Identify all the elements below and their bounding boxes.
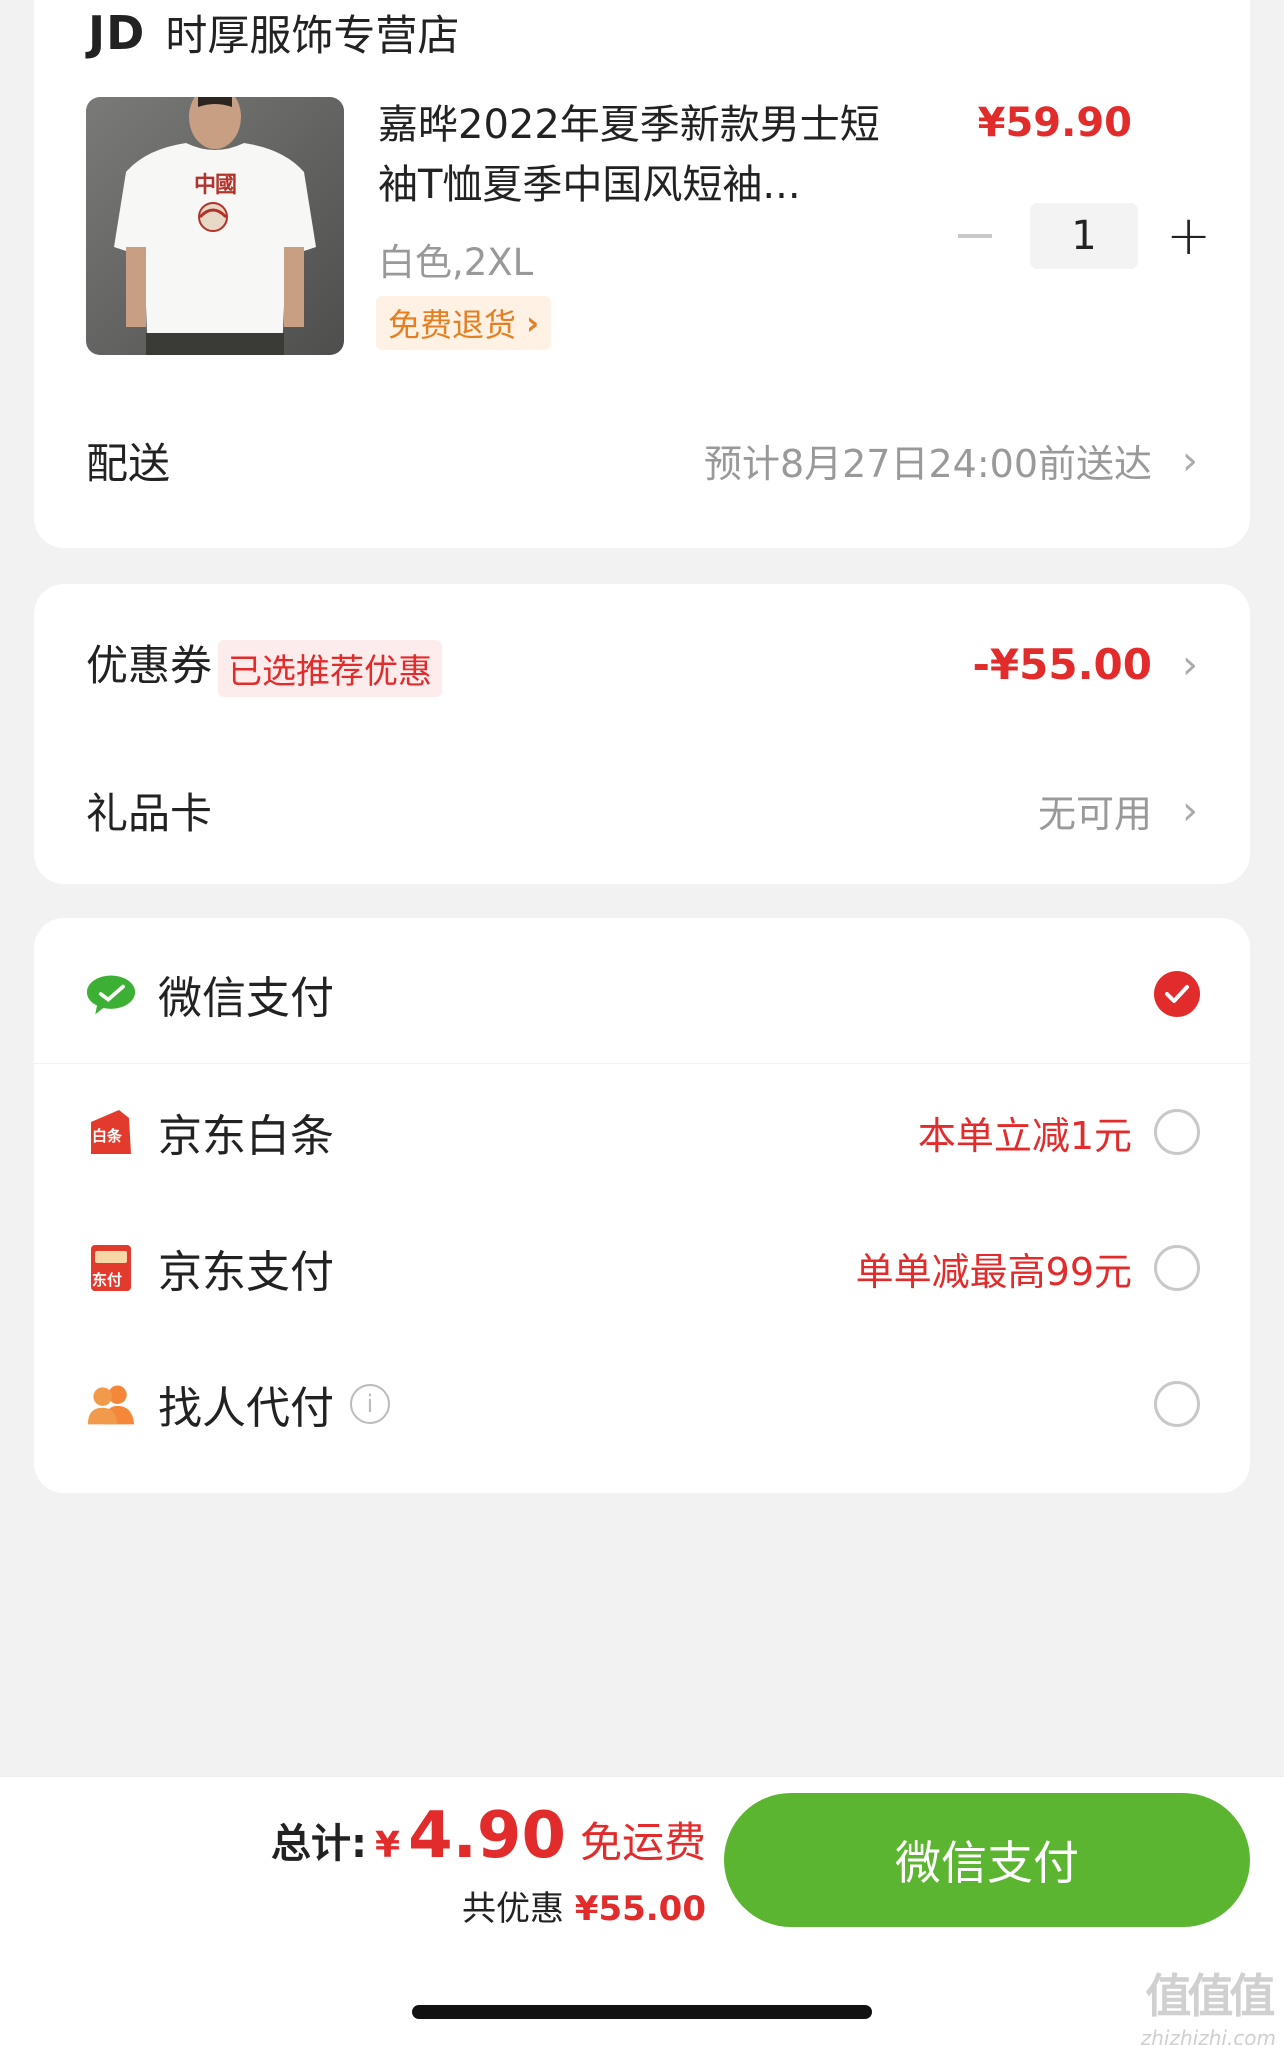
total-currency: ¥: [375, 1825, 401, 1866]
total-amount: 4.90: [408, 1799, 566, 1873]
payment-label: 京东白条: [158, 1111, 334, 1162]
jd-pay-icon: 东付: [86, 1243, 136, 1293]
decrease-button[interactable]: [958, 234, 992, 238]
store-name: 时厚服饰专营店: [165, 11, 460, 60]
jd-logo: JD: [88, 5, 146, 60]
payment-card: 微信支付 白条 京东白条 本单立减1元 东付 京东支付 单单减最高99元 找人代…: [34, 918, 1250, 1493]
payment-label: 找人代付: [158, 1383, 334, 1434]
quantity-input[interactable]: 1: [1030, 203, 1138, 269]
coupon-badge: 已选推荐优惠: [218, 640, 443, 697]
free-return-label: 免费退货: [388, 306, 517, 344]
total-label: 总计:: [271, 1821, 368, 1867]
store-header[interactable]: JD 时厚服饰专营店: [88, 2, 459, 63]
delivery-label: 配送: [86, 439, 171, 488]
saved-line: 共优惠 ¥55.00: [462, 1881, 706, 1930]
gift-card-value: 无可用: [1037, 792, 1152, 836]
payment-label: 京东支付: [158, 1247, 334, 1298]
gift-card-label: 礼品卡: [86, 789, 213, 838]
coupon-label: 优惠券: [86, 641, 213, 690]
watermark-logo: 值值值: [1145, 1969, 1275, 2023]
chevron-right-icon: ›: [1182, 641, 1198, 688]
chevron-right-icon: ›: [526, 304, 540, 342]
info-icon[interactable]: i: [350, 1384, 390, 1424]
free-return-tag[interactable]: 免费退货 ›: [376, 296, 552, 350]
discount-card: 优惠券 已选推荐优惠 -¥55.00 › 礼品卡 无可用 ›: [34, 584, 1250, 884]
increase-button[interactable]: +: [1166, 209, 1211, 263]
divider: [34, 1063, 1250, 1064]
total-line: 总计: ¥ 4.90 免运费: [271, 1799, 706, 1873]
watermark: 值值值 zhizhizhi.com: [1141, 1960, 1276, 2045]
payment-option-wechat[interactable]: 微信支付: [86, 954, 1200, 1034]
jd-pay-icon-text: 东付: [92, 1271, 123, 1289]
coupon-row[interactable]: 优惠券 已选推荐优惠 -¥55.00 ›: [86, 632, 1198, 697]
coupon-value: -¥55.00: [972, 640, 1152, 689]
payment-promo: 单单减最高99元: [855, 1249, 1132, 1294]
product-image[interactable]: 中國: [86, 97, 344, 355]
saved-amount: ¥55.00: [574, 1889, 706, 1929]
free-shipping-label: 免运费: [579, 1818, 706, 1867]
radio-unchecked-icon[interactable]: [1154, 1381, 1200, 1427]
payment-option-baitiao[interactable]: 白条 京东白条 本单立减1元: [86, 1092, 1200, 1172]
chevron-right-icon: ›: [1182, 787, 1198, 834]
chevron-right-icon: ›: [1182, 437, 1198, 484]
saved-label: 共优惠: [461, 1889, 564, 1929]
jd-baitiao-icon-text: 白条: [92, 1127, 123, 1145]
radio-checked-icon[interactable]: [1154, 971, 1200, 1017]
product-title[interactable]: 嘉晔2022年夏季新款男士短袖T恤夏季中国风短袖...: [378, 95, 918, 215]
watermark-url: zhizhizhi.com: [1140, 2026, 1276, 2045]
jd-baitiao-icon: 白条: [86, 1107, 136, 1157]
radio-unchecked-icon[interactable]: [1154, 1245, 1200, 1291]
payment-option-jdpay[interactable]: 东付 京东支付 单单减最高99元: [86, 1228, 1200, 1308]
product-spec[interactable]: 白色,2XL: [378, 232, 533, 286]
wechat-pay-icon: [86, 969, 136, 1019]
delivery-estimate: 预计8月27日24:00前送达: [703, 442, 1152, 486]
payment-label: 微信支付: [158, 973, 334, 1024]
shirt-print-graphic: [198, 202, 228, 232]
wechat-pay-button[interactable]: 微信支付: [724, 1793, 1250, 1927]
order-card: JD 时厚服饰专营店 中國 嘉晔2022年夏季新款男士短袖T恤夏季中国风短袖..…: [34, 0, 1250, 548]
friend-pay-icon: [86, 1379, 136, 1429]
radio-unchecked-icon[interactable]: [1154, 1109, 1200, 1155]
delivery-row[interactable]: 配送 预计8月27日24:00前送达 ›: [86, 430, 1198, 491]
home-indicator[interactable]: [412, 2005, 872, 2019]
order-confirm-page: JD 时厚服饰专营店 中國 嘉晔2022年夏季新款男士短袖T恤夏季中国风短袖..…: [0, 0, 1284, 2045]
payment-promo: 本单立减1元: [917, 1113, 1132, 1158]
coupon-label-group: 优惠券 已选推荐优惠: [86, 632, 443, 697]
quantity-stepper: 1 +: [958, 203, 1211, 269]
gift-card-row[interactable]: 礼品卡 无可用 ›: [86, 780, 1198, 841]
shirt-print-text: 中國: [194, 173, 237, 198]
product-price: ¥59.90: [977, 100, 1132, 146]
payment-option-friend-pay[interactable]: 找人代付 i: [86, 1364, 1200, 1444]
